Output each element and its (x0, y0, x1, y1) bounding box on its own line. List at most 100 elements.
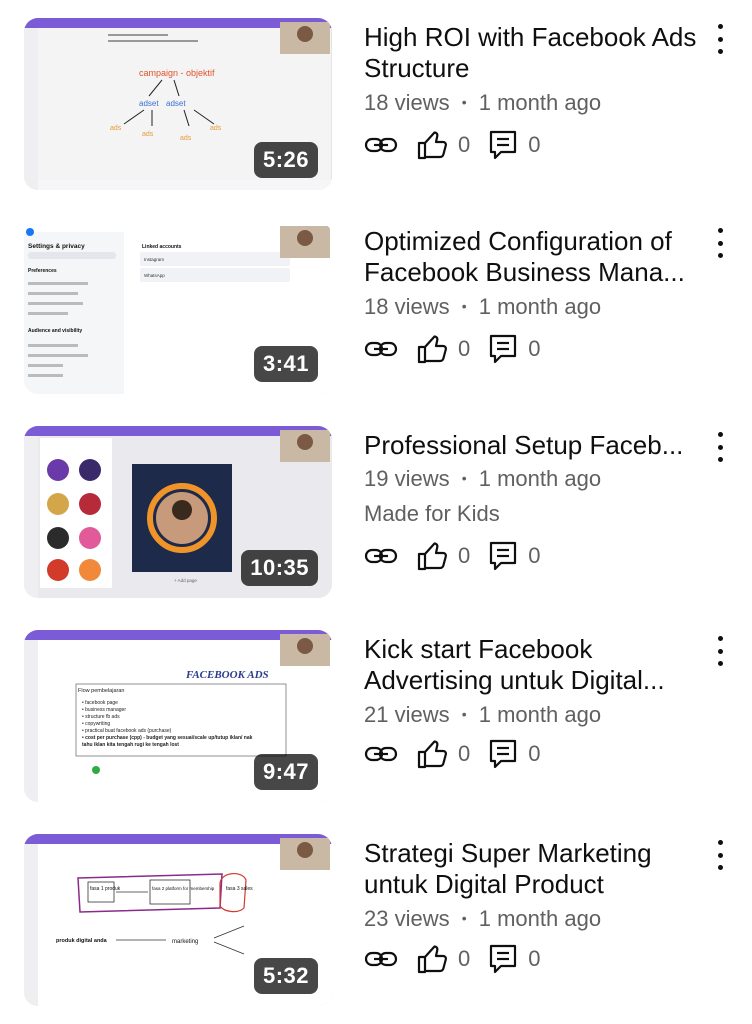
video-item[interactable]: FACEBOOK ADS Flow pembelajaran • faceboo… (0, 630, 752, 810)
upload-age: 1 month ago (478, 294, 602, 319)
video-item[interactable]: campaign - objektif adset adset ads ads … (0, 18, 752, 198)
video-actions: 0 0 (364, 539, 559, 573)
duration-badge: 10:35 (241, 550, 318, 586)
svg-text:• practical buat facebook ads: • practical buat facebook ads (purchase) (82, 728, 172, 734)
video-actions: 0 0 (364, 942, 559, 976)
svg-text:Linked accounts: Linked accounts (142, 244, 182, 250)
thumbs-up-icon (417, 945, 448, 974)
svg-text:fasa 1 produk: fasa 1 produk (90, 886, 121, 892)
meta-separator: • (461, 298, 467, 314)
view-count: 19 views (364, 466, 450, 491)
like-button[interactable]: 0 (416, 129, 470, 161)
duration-badge: 3:41 (253, 346, 318, 382)
more-vert-icon[interactable] (712, 840, 728, 870)
made-for-kids-label: Made for Kids (364, 501, 500, 526)
view-count: 21 views (364, 702, 450, 727)
share-button[interactable] (364, 545, 398, 567)
svg-text:tahu iklan kita tengah rugi ke: tahu iklan kita tengah rugi ke tengah lo… (82, 742, 179, 748)
svg-text:Preferences: Preferences (28, 268, 57, 274)
svg-text:WhatsApp: WhatsApp (144, 273, 165, 278)
video-item[interactable]: fasa 1 produk fasa 2 platform for member… (0, 834, 752, 1014)
comment-button[interactable]: 0 (488, 540, 541, 572)
comment-count: 0 (528, 741, 541, 766)
link-icon (364, 746, 398, 762)
video-item[interactable]: Settings & privacy Preferences Audience … (0, 222, 752, 402)
video-actions: 0 0 (364, 332, 559, 366)
comment-icon (490, 130, 517, 160)
like-count: 0 (458, 543, 471, 568)
more-vert-icon[interactable] (712, 228, 728, 258)
view-count: 18 views (364, 294, 450, 319)
video-thumbnail[interactable]: Settings & privacy Preferences Audience … (24, 222, 332, 394)
video-title[interactable]: Optimized Configuration of Facebook Busi… (364, 226, 704, 288)
video-thumbnail[interactable]: fasa 1 produk fasa 2 platform for member… (24, 834, 332, 1006)
video-meta: 19 views • 1 month ago (364, 466, 601, 492)
like-button[interactable]: 0 (416, 333, 470, 365)
video-thumbnail[interactable]: campaign - objektif adset adset ads ads … (24, 18, 332, 190)
thumbs-up-icon (417, 335, 448, 364)
comment-button[interactable]: 0 (488, 738, 541, 770)
svg-text:marketing: marketing (172, 939, 198, 945)
more-vert-icon[interactable] (712, 24, 728, 54)
comment-button[interactable]: 0 (488, 129, 541, 161)
more-vert-icon[interactable] (712, 432, 728, 462)
video-title[interactable]: Professional Setup Faceb... (364, 430, 704, 461)
comment-icon (490, 739, 517, 769)
svg-text:FACEBOOK ADS: FACEBOOK ADS (185, 669, 269, 681)
svg-text:ads: ads (210, 125, 222, 132)
view-count: 18 views (364, 90, 450, 115)
meta-separator: • (461, 470, 467, 486)
share-button[interactable] (364, 743, 398, 765)
like-button[interactable]: 0 (416, 943, 470, 975)
video-meta: 23 views • 1 month ago (364, 906, 601, 932)
comment-button[interactable]: 0 (488, 333, 541, 365)
meta-separator: • (461, 94, 467, 110)
video-thumbnail[interactable]: + Add page 10:35 (24, 426, 332, 598)
video-thumbnail[interactable]: FACEBOOK ADS Flow pembelajaran • faceboo… (24, 630, 332, 802)
meta-separator: • (461, 706, 467, 722)
like-count: 0 (458, 946, 471, 971)
svg-text:Instagram: Instagram (144, 257, 164, 262)
video-meta: 18 views • 1 month ago (364, 294, 601, 320)
link-icon (364, 137, 398, 153)
svg-text:ads: ads (180, 135, 192, 142)
svg-text:adset: adset (139, 99, 159, 108)
upload-age: 1 month ago (478, 702, 602, 727)
comment-icon (490, 944, 517, 974)
svg-text:adset: adset (166, 99, 186, 108)
more-vert-icon[interactable] (712, 636, 728, 666)
upload-age: 1 month ago (478, 466, 602, 491)
svg-text:Flow pembelajaran: Flow pembelajaran (78, 688, 124, 694)
video-title[interactable]: Strategi Super Marketing untuk Digital P… (364, 838, 704, 900)
comment-count: 0 (528, 132, 541, 157)
like-count: 0 (458, 132, 471, 157)
svg-text:fasa 2 platform for membership: fasa 2 platform for membership (152, 886, 215, 891)
share-button[interactable] (364, 948, 398, 970)
svg-text:ads: ads (110, 125, 122, 132)
comment-count: 0 (528, 336, 541, 361)
share-button[interactable] (364, 134, 398, 156)
svg-text:• facebook page: • facebook page (82, 700, 118, 706)
comment-button[interactable]: 0 (488, 943, 541, 975)
like-button[interactable]: 0 (416, 540, 470, 572)
thumbs-up-icon (417, 131, 448, 160)
view-count: 23 views (364, 906, 450, 931)
video-item[interactable]: + Add page 10:35 Professional Setup Face… (0, 426, 752, 606)
video-meta: 21 views • 1 month ago (364, 702, 601, 728)
link-icon (364, 951, 398, 967)
video-title[interactable]: Kick start Facebook Advertising untuk Di… (364, 634, 704, 696)
svg-text:produk digital anda: produk digital anda (56, 938, 108, 944)
svg-text:ads: ads (142, 131, 154, 138)
like-button[interactable]: 0 (416, 738, 470, 770)
duration-badge: 5:26 (253, 142, 318, 178)
upload-age: 1 month ago (478, 90, 602, 115)
svg-text:+ Add page: + Add page (174, 578, 197, 583)
like-count: 0 (458, 336, 471, 361)
link-icon (364, 341, 398, 357)
svg-text:Audience and visibility: Audience and visibility (28, 328, 82, 334)
share-button[interactable] (364, 338, 398, 360)
duration-badge: 5:32 (253, 958, 318, 994)
video-title[interactable]: High ROI with Facebook Ads Structure (364, 22, 704, 84)
comment-count: 0 (528, 543, 541, 568)
like-count: 0 (458, 741, 471, 766)
